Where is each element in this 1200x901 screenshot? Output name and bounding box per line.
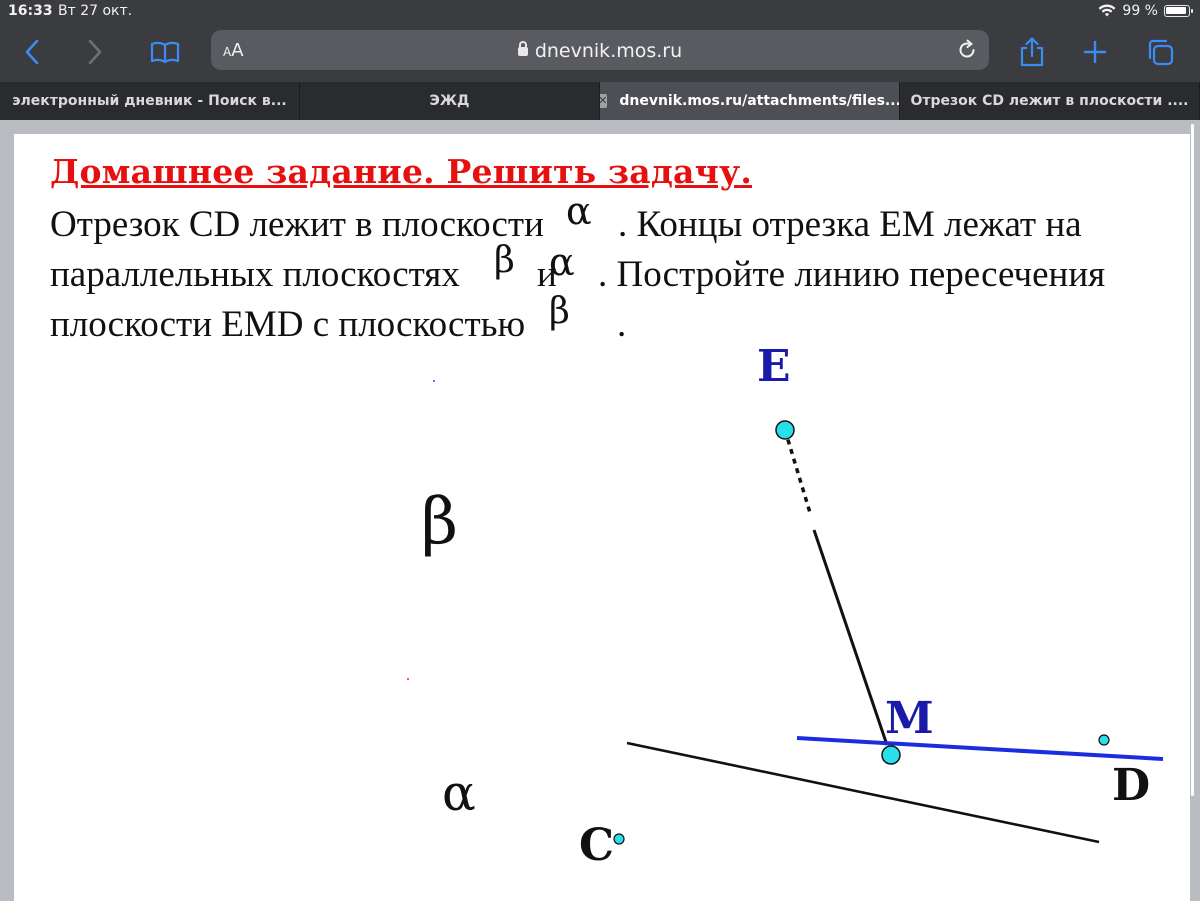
- point-c: [613, 833, 625, 845]
- geometry-figure: E M D C β α: [407, 341, 1164, 871]
- point-m: [881, 745, 901, 765]
- plane-alpha-label: α: [442, 764, 476, 822]
- point-e: [775, 420, 795, 440]
- plane-beta-label: β: [421, 485, 458, 559]
- label-m: M: [885, 693, 934, 744]
- line-cd: [626, 741, 1100, 844]
- label-e: E: [757, 341, 791, 392]
- point-d: [1098, 734, 1110, 746]
- segment-em-hidden: [783, 429, 813, 517]
- speck: [433, 380, 435, 382]
- segment-em: [812, 529, 889, 746]
- speck: [407, 678, 409, 680]
- label-d: D: [1112, 760, 1150, 811]
- label-c: C: [579, 820, 614, 871]
